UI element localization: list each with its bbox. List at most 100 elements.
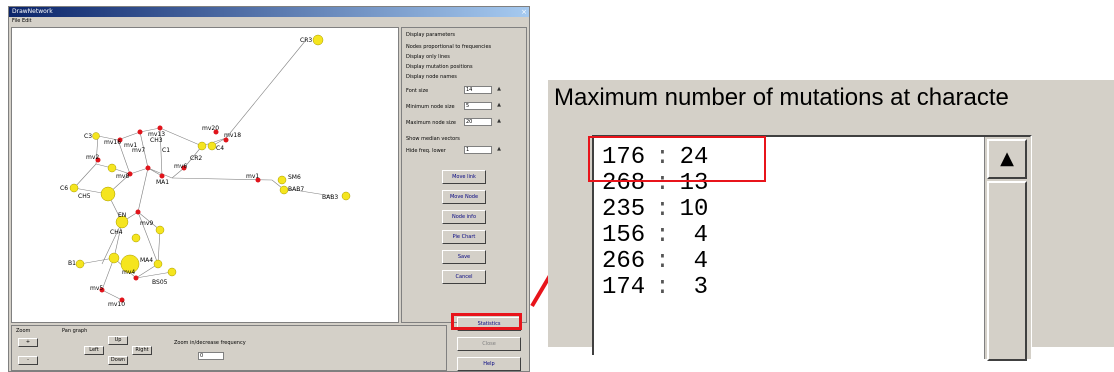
window-title: DrawNetwork	[12, 8, 53, 15]
move-node-button[interactable]: Move Node	[442, 190, 486, 204]
position: 156	[602, 222, 646, 249]
node-circle	[107, 163, 117, 173]
vertical-scrollbar[interactable]: ▲	[984, 137, 1031, 361]
node-label: BS05	[152, 279, 168, 286]
pan-up-button[interactable]: Up	[108, 336, 128, 345]
min-node-size-spinner[interactable]: 5	[464, 102, 501, 110]
checkbox-median-vectors[interactable]: Show median vectors	[406, 136, 460, 142]
node-label: CR3	[300, 37, 312, 44]
checkbox-mutation-positions[interactable]: Display mutation positions	[406, 64, 473, 70]
network-nodes	[69, 34, 351, 303]
node-circle	[108, 252, 120, 264]
move-link-button[interactable]: Move link	[442, 170, 486, 184]
node-label: CH3	[150, 137, 163, 144]
node-label: CR2	[190, 155, 202, 162]
pan-down-button[interactable]: Down	[108, 356, 128, 365]
title-bar: DrawNetwork ×	[9, 7, 529, 17]
list-item[interactable]: 174:3	[602, 275, 708, 301]
node-circle	[341, 191, 351, 201]
node-circle	[153, 259, 163, 269]
top-row-highlight-box	[588, 136, 766, 182]
display-parameters-panel: Display parameters Nodes proportional to…	[401, 27, 527, 323]
node-label: mv8	[116, 173, 129, 180]
min-node-size-label: Minimum node size	[406, 104, 455, 110]
close-icon[interactable]: ×	[521, 7, 527, 17]
count: 4	[693, 248, 709, 275]
zoomed-statistics-panel: Maximum number of mutations at characte …	[548, 80, 1114, 361]
zoom-in-button[interactable]: +	[18, 338, 38, 347]
pan-right-button[interactable]: Right	[132, 346, 152, 355]
network-canvas[interactable]: CR3 C3 mv16 mv2 mv1 mv20 mv13 mv18 C6 C4…	[11, 27, 399, 323]
position: 235	[602, 196, 646, 223]
node-label: MA4	[140, 257, 153, 264]
node-circle	[131, 233, 141, 243]
frequency-label: Zoom in/decrease frequency	[174, 340, 246, 346]
pie-chart-button[interactable]: Pie Chart	[442, 230, 486, 244]
node-circle	[167, 267, 177, 277]
node-label: CH4	[110, 229, 123, 236]
params-header: Display parameters	[406, 32, 456, 38]
count: 4	[693, 222, 709, 249]
node-info-button[interactable]: Node info	[442, 210, 486, 224]
node-label: C4	[216, 145, 224, 152]
list-item[interactable]: 266:4	[602, 249, 708, 275]
pan-graph-label: Pan graph	[62, 328, 88, 334]
separator: :	[655, 248, 670, 275]
node-circle	[155, 225, 165, 235]
node-circle	[133, 275, 139, 281]
checkbox-node-names[interactable]: Display node names	[406, 74, 457, 80]
font-size-spinner[interactable]: 14	[464, 86, 501, 94]
median-spinner[interactable]: 1	[464, 146, 501, 154]
count: 3	[693, 274, 709, 301]
node-label: CH5	[78, 193, 91, 200]
position: 174	[602, 274, 646, 301]
node-circle	[197, 141, 207, 151]
list-item[interactable]: 156:4	[602, 223, 708, 249]
zoom-out-button[interactable]: -	[18, 356, 38, 365]
scroll-up-icon[interactable]: ▲	[987, 139, 1027, 179]
checkbox-nodes-proportional[interactable]: Nodes proportional to frequencies	[406, 44, 491, 50]
node-circle	[279, 185, 289, 195]
node-label: MA1	[156, 179, 169, 186]
node-label: mv16	[104, 139, 121, 146]
node-label: C6	[60, 185, 68, 192]
frequency-spinner[interactable]: 0	[198, 352, 224, 360]
node-circle	[137, 129, 143, 135]
node-label: BAB7	[288, 186, 304, 193]
separator: :	[655, 222, 670, 249]
network-graph: CR3 C3 mv16 mv2 mv1 mv20 mv13 mv18 C6 C4…	[60, 34, 351, 308]
node-label: mv2	[86, 154, 99, 161]
node-circle	[69, 183, 79, 193]
close-button[interactable]: Close	[457, 337, 521, 351]
node-label: EN	[118, 212, 126, 219]
node-label: mv4	[122, 269, 135, 276]
cancel-button[interactable]: Cancel	[442, 270, 486, 284]
node-circle	[207, 141, 217, 151]
node-circle	[157, 125, 163, 131]
median-label: Hide freq. lower	[406, 148, 446, 154]
list-item[interactable]: 235:10	[602, 197, 708, 223]
menu-bar[interactable]: File Edit	[9, 17, 529, 25]
node-circle	[145, 165, 151, 171]
node-circle	[92, 132, 100, 140]
save-button[interactable]: Save	[442, 250, 486, 264]
checkbox-display-lines[interactable]: Display only lines	[406, 54, 450, 60]
font-size-label: Font size	[406, 88, 429, 94]
separator: :	[655, 196, 670, 223]
node-label: B1	[68, 260, 76, 267]
count: 10	[679, 196, 709, 223]
node-label: mv1	[246, 173, 259, 180]
node-label: BAB3	[322, 194, 338, 201]
max-node-size-spinner[interactable]: 20	[464, 118, 501, 126]
statistics-highlight-box	[451, 313, 522, 330]
node-label: mv6	[174, 163, 187, 170]
node-label: mv7	[132, 147, 145, 154]
node-circle	[159, 173, 165, 179]
node-label: mv20	[202, 125, 219, 132]
position: 266	[602, 248, 646, 275]
scroll-thumb[interactable]	[987, 181, 1027, 361]
help-button[interactable]: Help	[457, 357, 521, 371]
zoom-label: Zoom	[16, 328, 31, 334]
node-circle	[135, 209, 141, 215]
pan-left-button[interactable]: Left	[84, 346, 104, 355]
